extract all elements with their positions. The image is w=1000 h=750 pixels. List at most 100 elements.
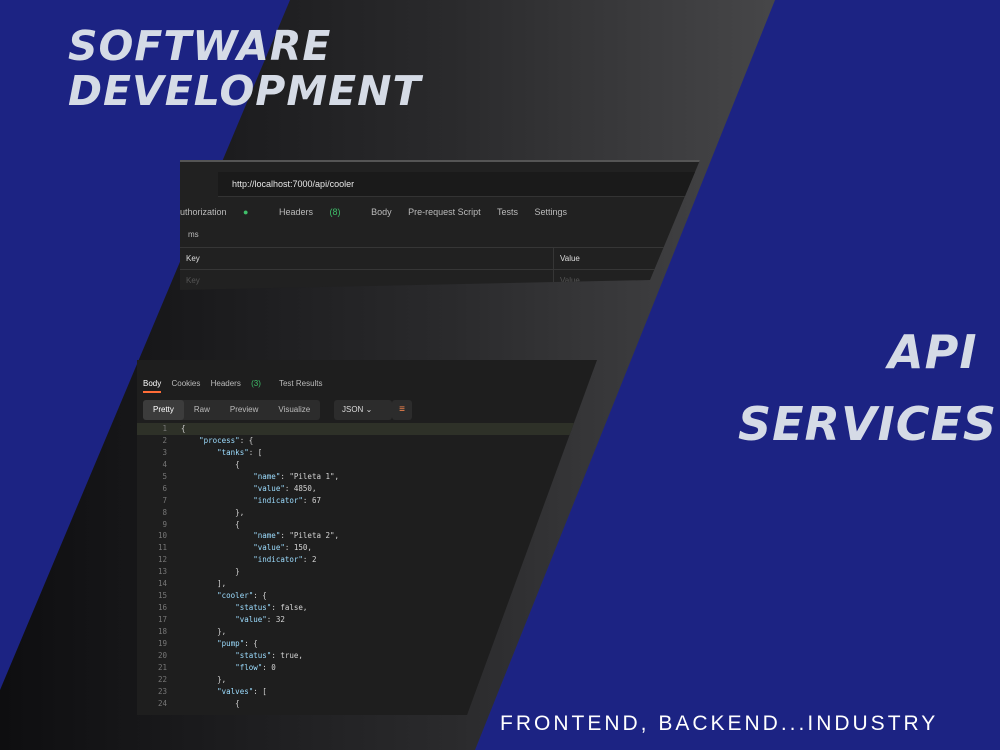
view-mode-toolbar: Pretty Raw Preview Visualize	[143, 400, 321, 420]
code-text: "tanks": [	[217, 447, 263, 457]
code-text: "name": "Pileta 2",	[253, 531, 340, 541]
code-line: 19 "pump": {	[137, 638, 597, 650]
code-line: 3 "tanks": [	[137, 447, 597, 459]
code-line: 8 },	[137, 507, 597, 519]
line-number: 3	[162, 447, 167, 457]
preview-button[interactable]: Preview	[220, 400, 268, 420]
format-select[interactable]: JSON ⌄	[334, 400, 392, 420]
code-line: 18 },	[137, 626, 597, 638]
code-text: },	[181, 626, 227, 636]
tab-test-results[interactable]: Test Results	[279, 379, 323, 388]
code-line: 5 "name": "Pileta 1",	[137, 471, 597, 483]
code-text: "valves": [	[217, 686, 267, 696]
line-number: 8	[162, 507, 167, 517]
code-text: ],	[181, 579, 227, 589]
pretty-button[interactable]: Pretty	[143, 400, 184, 420]
code-line: 21 "flow": 0	[137, 662, 597, 674]
tab-response-headers[interactable]: Headers (3)	[211, 379, 269, 388]
line-number: 11	[157, 543, 167, 553]
line-number: 15	[157, 591, 167, 601]
code-text: "cooler": {	[217, 591, 267, 601]
url-input[interactable]: http://localhost:7000/api/cooler	[218, 172, 700, 197]
line-number: 7	[162, 495, 167, 505]
tab-body[interactable]: Body	[371, 207, 392, 217]
line-number: 2	[162, 435, 167, 445]
code-text: {	[181, 519, 240, 529]
params-label: ms	[188, 230, 199, 239]
code-line: 23 "valves": [	[137, 686, 597, 698]
code-text: "indicator": 2	[253, 555, 317, 565]
tab-tests[interactable]: Tests	[497, 207, 518, 217]
tagline: FRONTEND, BACKEND...INDUSTRY	[500, 712, 939, 735]
code-line: 20 "status": true,	[137, 650, 597, 662]
tab-settings[interactable]: Settings	[535, 207, 568, 217]
tab-cookies[interactable]: Cookies	[171, 379, 200, 388]
code-line: 4 {	[137, 459, 597, 471]
code-text: {	[181, 424, 186, 433]
value-column-header: Value	[560, 254, 580, 263]
line-number: 4	[162, 459, 167, 469]
code-line: 10 "name": "Pileta 2",	[137, 530, 597, 542]
code-text: "value": 4850,	[253, 483, 317, 493]
chevron-down-icon: ⌄	[365, 405, 373, 414]
request-tabs: uthorization ● Headers (8) Body Pre-requ…	[180, 207, 581, 217]
column-divider	[553, 248, 554, 269]
line-number: 14	[157, 579, 167, 589]
line-number: 19	[157, 638, 167, 648]
code-line: 9 {	[137, 519, 597, 531]
key-column-header: Key	[186, 254, 200, 263]
code-line: 22 },	[137, 674, 597, 686]
code-text: "status": false,	[235, 603, 308, 613]
visualize-button[interactable]: Visualize	[268, 400, 320, 420]
line-number: 20	[157, 650, 167, 660]
raw-button[interactable]: Raw	[184, 400, 220, 420]
line-number: 23	[157, 686, 167, 696]
line-number: 13	[157, 567, 167, 577]
code-text: {	[181, 459, 240, 469]
code-text: },	[181, 507, 245, 517]
tab-pre-request-script[interactable]: Pre-request Script	[408, 207, 481, 217]
status-dot-icon: ●	[243, 207, 249, 217]
code-line: 24 {	[137, 698, 597, 710]
tab-headers[interactable]: Headers (8)	[279, 207, 355, 217]
line-number: 21	[157, 662, 167, 672]
table-header-row: Key Value	[180, 248, 700, 270]
line-number: 22	[157, 674, 167, 684]
code-text: "value": 150,	[253, 543, 312, 553]
line-number: 18	[157, 626, 167, 636]
code-text: "process": {	[199, 435, 254, 445]
subheadline-line1: API	[888, 325, 978, 379]
response-panel: Body Cookies Headers (3) Test Results Pr…	[137, 360, 597, 715]
line-number: 9	[162, 519, 167, 529]
code-text: {	[181, 698, 240, 708]
line-number: 6	[162, 483, 167, 493]
line-number: 1	[162, 424, 167, 433]
subheadline-line2: SERVICES	[738, 397, 998, 451]
line-number: 12	[157, 555, 167, 565]
code-text: "pump": {	[217, 638, 258, 648]
tab-authorization[interactable]: uthorization ●	[180, 207, 262, 217]
code-line: 1{	[137, 423, 597, 435]
code-text: }	[181, 567, 240, 577]
line-number: 24	[157, 698, 167, 708]
code-text: "flow": 0	[235, 662, 276, 672]
key-input[interactable]: Key	[186, 276, 200, 285]
code-text: "indicator": 67	[253, 495, 321, 505]
request-panel: http://localhost:7000/api/cooler uthoriz…	[180, 160, 700, 290]
line-number: 5	[162, 471, 167, 481]
code-text: "value": 32	[235, 615, 285, 624]
line-number: 10	[157, 531, 167, 541]
headline-line2: DEVELOPMENT	[68, 67, 422, 115]
code-line: 2 "process": {	[137, 435, 597, 447]
code-line: 6 "value": 4850,	[137, 483, 597, 495]
line-number: 17	[157, 615, 167, 624]
headline-line1: SOFTWARE	[68, 22, 332, 70]
background: http://localhost:7000/api/cooler uthoriz…	[0, 0, 1000, 750]
code-text: "status": true,	[235, 650, 303, 660]
tab-response-body[interactable]: Body	[143, 379, 162, 393]
code-line: 7 "indicator": 67	[137, 495, 597, 507]
response-tabs: Body Cookies Headers (3) Test Results	[143, 379, 331, 393]
wrap-lines-icon[interactable]: ≡	[392, 400, 412, 420]
line-number: 16	[157, 603, 167, 613]
code-text: },	[181, 674, 227, 684]
